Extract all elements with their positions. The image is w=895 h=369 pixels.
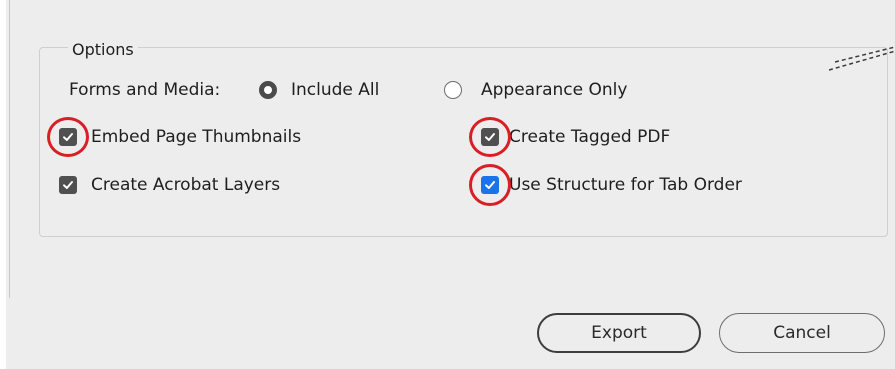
embed-thumbnails-option[interactable]: Embed Page Thumbnails xyxy=(59,126,301,148)
forms-media-label: Forms and Media: xyxy=(69,80,221,100)
left-divider xyxy=(9,0,10,298)
checkmark-icon xyxy=(485,181,495,189)
tab-order-option[interactable]: Use Structure for Tab Order xyxy=(481,174,742,196)
acrobat-layers-checkbox[interactable] xyxy=(59,176,77,194)
tagged-pdf-option[interactable]: Create Tagged PDF xyxy=(481,126,670,148)
tab-order-checkbox[interactable] xyxy=(481,176,499,194)
export-dialog: Options Forms and Media: Include All App… xyxy=(6,0,895,369)
appearance-only-radio[interactable] xyxy=(444,81,462,99)
embed-thumbnails-checkbox[interactable] xyxy=(59,128,77,146)
appearance-only-radio-option[interactable]: Appearance Only xyxy=(444,79,627,101)
acrobat-layers-label: Create Acrobat Layers xyxy=(91,175,281,195)
dashed-annotation-line xyxy=(829,46,895,71)
include-all-radio-option[interactable]: Include All xyxy=(259,79,379,101)
appearance-only-label: Appearance Only xyxy=(481,80,628,100)
tagged-pdf-label: Create Tagged PDF xyxy=(509,127,671,147)
forms-media-row: Forms and Media: xyxy=(69,79,220,101)
include-all-radio[interactable] xyxy=(259,81,277,99)
checkmark-icon xyxy=(485,133,495,141)
acrobat-layers-option[interactable]: Create Acrobat Layers xyxy=(59,174,280,196)
include-all-label: Include All xyxy=(291,80,380,100)
embed-thumbnails-label: Embed Page Thumbnails xyxy=(91,127,302,147)
tagged-pdf-checkbox[interactable] xyxy=(481,128,499,146)
options-legend: Options xyxy=(68,40,138,60)
tab-order-label: Use Structure for Tab Order xyxy=(509,175,742,195)
checkmark-icon xyxy=(63,133,73,141)
cancel-button[interactable]: Cancel xyxy=(719,313,885,353)
checkmark-icon xyxy=(63,181,73,189)
export-button[interactable]: Export xyxy=(537,313,701,353)
